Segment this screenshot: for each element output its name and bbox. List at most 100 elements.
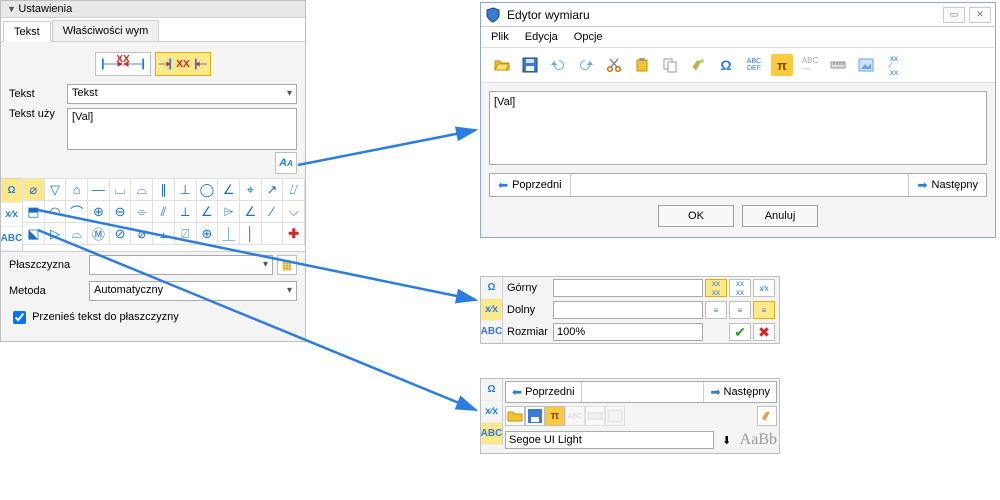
- omega-icon[interactable]: Ω: [715, 54, 737, 76]
- symbol-cell[interactable]: ⌲: [217, 200, 240, 223]
- accept-button[interactable]: ✔: [729, 323, 751, 341]
- sp1-abc[interactable]: ABC: [481, 321, 503, 343]
- sp2-abc[interactable]: ABC: [481, 423, 503, 445]
- symbol-cell[interactable]: ↗: [261, 178, 284, 201]
- symbol-cell[interactable]: ⊕: [87, 200, 110, 223]
- symbol-cell[interactable]: ⌂: [65, 178, 88, 201]
- clear-format-icon[interactable]: [687, 54, 709, 76]
- plane-icon[interactable]: ▦: [277, 255, 297, 275]
- frac-style-2[interactable]: xxxx: [729, 279, 751, 297]
- sp2-pi-icon[interactable]: π: [545, 406, 565, 426]
- symbol-cell[interactable]: ▷: [44, 222, 67, 245]
- redo-icon[interactable]: [575, 54, 597, 76]
- minimize-button[interactable]: ▭: [943, 7, 965, 23]
- dim-style-inside[interactable]: XX: [95, 52, 151, 76]
- symbol-cell[interactable]: │: [239, 222, 262, 245]
- pi-icon[interactable]: π: [771, 54, 793, 76]
- font-style-button[interactable]: AA: [275, 152, 297, 174]
- open-icon[interactable]: [491, 54, 513, 76]
- symbol-cell[interactable]: ⌒: [65, 200, 88, 223]
- nav-next[interactable]: ➡ Następny: [908, 174, 986, 196]
- sp1-omega[interactable]: Ω: [481, 277, 503, 299]
- symbol-cell[interactable]: ⌵: [282, 200, 305, 223]
- symbol-cell[interactable]: ⌀: [22, 178, 45, 201]
- dim-style-outside[interactable]: XX: [155, 52, 211, 76]
- editor-textarea[interactable]: [Val]: [489, 91, 987, 165]
- menu-edit[interactable]: Edycja: [525, 31, 558, 43]
- sp2-brush-icon[interactable]: [757, 406, 777, 426]
- checkbox-move-text[interactable]: Przenieś tekst do płaszczyzny: [9, 311, 179, 323]
- save-icon[interactable]: [519, 54, 541, 76]
- nav-prev[interactable]: ⬅ Poprzedni: [490, 174, 571, 196]
- symbol-cell[interactable]: ⫠: [152, 222, 175, 245]
- sp2-next[interactable]: ➡Następny: [703, 382, 776, 402]
- symbol-cell[interactable]: ⌓: [130, 178, 153, 201]
- symbol-cell[interactable]: ⊥: [174, 178, 197, 201]
- symbol-cell[interactable]: ⊕: [196, 222, 219, 245]
- symbol-cell[interactable]: ⏊: [217, 222, 240, 245]
- menu-options[interactable]: Opcje: [574, 31, 603, 43]
- symbol-cell[interactable]: ⬕: [22, 222, 45, 245]
- sp2-save-icon[interactable]: [525, 406, 545, 426]
- symbol-cell[interactable]: ⫽: [152, 200, 175, 223]
- symbol-cell[interactable]: [261, 222, 284, 245]
- method-combo[interactable]: Automatyczny: [89, 281, 297, 301]
- symbol-cell[interactable]: ⌴: [109, 178, 132, 201]
- symbol-cell[interactable]: ⌯: [130, 200, 153, 223]
- ok-button[interactable]: OK: [658, 205, 734, 227]
- symbol-cell[interactable]: ⟂: [174, 200, 197, 223]
- symbol-cell[interactable]: ∕: [261, 200, 284, 223]
- copy-icon[interactable]: [659, 54, 681, 76]
- cancel-button[interactable]: Anuluj: [742, 205, 818, 227]
- menu-file[interactable]: Plik: [491, 31, 509, 43]
- tab-text[interactable]: Tekst: [3, 21, 51, 42]
- close-button[interactable]: ✕: [969, 7, 991, 23]
- frac-style-3[interactable]: x⁄x: [753, 279, 775, 297]
- ruler-icon[interactable]: [827, 54, 849, 76]
- font-input[interactable]: [505, 431, 714, 449]
- symbol-cell[interactable]: ✚: [282, 222, 305, 245]
- bottom-input[interactable]: [553, 301, 703, 319]
- symbol-cell[interactable]: ⌖: [239, 178, 262, 201]
- symbol-cell[interactable]: ◯: [196, 178, 219, 201]
- sp2-prev[interactable]: ⬅Poprzedni: [506, 382, 582, 402]
- symbol-cell[interactable]: ▽: [44, 178, 67, 201]
- undo-icon[interactable]: [547, 54, 569, 76]
- symbol-cell[interactable]: ∠: [196, 200, 219, 223]
- frac-style-1[interactable]: xxxx: [705, 279, 727, 297]
- symbol-cell[interactable]: ⊘: [109, 222, 132, 245]
- size-input[interactable]: [553, 323, 703, 341]
- side-xx[interactable]: x⁄x: [1, 203, 23, 227]
- fraction-icon[interactable]: xx⁄xx: [883, 54, 905, 76]
- symbol-cell[interactable]: ⬒: [22, 200, 45, 223]
- plane-combo[interactable]: [89, 255, 273, 275]
- abc-strike-icon[interactable]: ABC—: [799, 54, 821, 76]
- tab-props[interactable]: Właściwości wym: [52, 20, 160, 41]
- sp1-xx[interactable]: x⁄x: [481, 299, 503, 321]
- sp2-open-icon[interactable]: [505, 406, 525, 426]
- reject-button[interactable]: ✖: [753, 323, 775, 341]
- symbol-cell[interactable]: ⌰: [282, 178, 305, 201]
- symbol-cell[interactable]: Ⓜ: [87, 222, 110, 245]
- symbol-cell[interactable]: ⍁: [174, 222, 197, 245]
- font-dropdown-icon[interactable]: ⬇: [718, 434, 736, 447]
- sp2-xx[interactable]: x⁄x: [481, 401, 503, 423]
- paste-icon[interactable]: [631, 54, 653, 76]
- symbol-cell[interactable]: ⌀: [130, 222, 153, 245]
- symbol-cell[interactable]: ◠: [44, 200, 67, 223]
- abc-def-icon[interactable]: ABCDEF: [743, 54, 765, 76]
- symbol-cell[interactable]: ⌓: [65, 222, 88, 245]
- symbol-cell[interactable]: ∠: [217, 178, 240, 201]
- image-icon[interactable]: [855, 54, 877, 76]
- text-combo[interactable]: Tekst: [67, 84, 297, 104]
- align-1[interactable]: ≡: [705, 301, 727, 319]
- symbol-cell[interactable]: —: [87, 178, 110, 201]
- symbol-cell[interactable]: ⊖: [109, 200, 132, 223]
- align-3[interactable]: ≡: [753, 301, 775, 319]
- top-input[interactable]: [553, 279, 703, 297]
- side-abc[interactable]: ABC: [1, 227, 23, 251]
- checkbox-input[interactable]: [13, 311, 26, 324]
- align-2[interactable]: ≡: [729, 301, 751, 319]
- symbol-cell[interactable]: ∠: [239, 200, 262, 223]
- sp2-omega[interactable]: Ω: [481, 379, 503, 401]
